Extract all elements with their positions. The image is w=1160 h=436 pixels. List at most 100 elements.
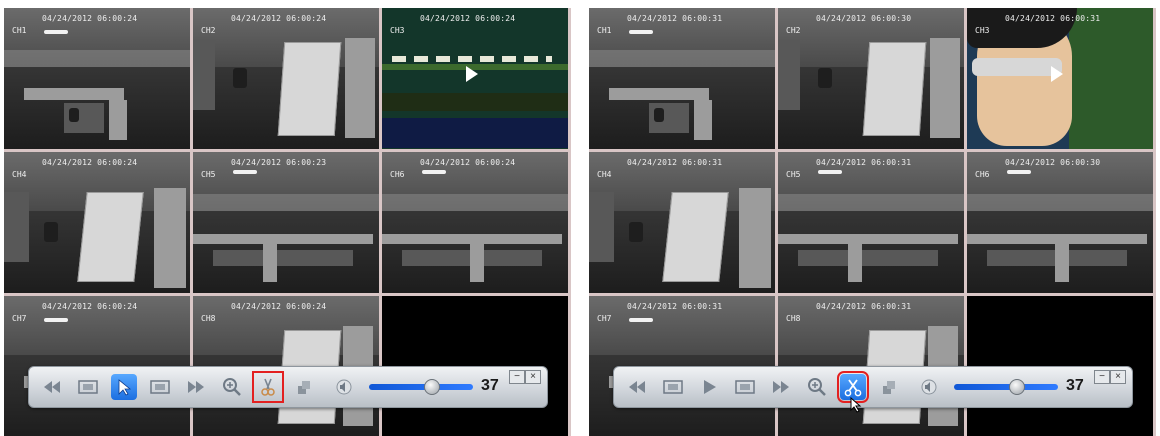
camera-timestamp: 04/24/2012 06:00:30: [816, 14, 912, 23]
fast-forward-button[interactable]: [183, 374, 209, 400]
camera-tile-ch3[interactable]: 04/24/2012 06:00:24 CH3: [382, 8, 568, 149]
step-forward-button[interactable]: [732, 374, 758, 400]
camera-channel-label: CH8: [201, 314, 216, 323]
layout-button[interactable]: [291, 374, 317, 400]
zoom-in-icon: [808, 378, 826, 396]
camera-feed-cartoon: [967, 8, 1153, 149]
camera-timestamp: 04/24/2012 06:00:24: [420, 158, 516, 167]
minimize-button[interactable]: −: [1094, 370, 1110, 384]
camera-timestamp: 04/24/2012 06:00:31: [816, 302, 912, 311]
dvr-screen-right: 04/24/2012 06:00:31 CH1 04/24/2012 06:00…: [589, 8, 1156, 436]
dvr-screen-left: 04/24/2012 06:00:24 CH1 04/24/2012 06:00…: [4, 8, 571, 436]
step-forward-button[interactable]: [147, 374, 173, 400]
camera-tile-ch3[interactable]: 04/24/2012 06:00:31 CH3: [967, 8, 1153, 149]
camera-channel-label: CH7: [597, 314, 612, 323]
camera-channel-label: CH8: [786, 314, 801, 323]
camera-channel-label: CH5: [201, 170, 216, 179]
camera-channel-label: CH1: [597, 26, 612, 35]
camera-feed-office: [4, 8, 190, 149]
play-marker-icon: [466, 66, 478, 82]
camera-timestamp: 04/24/2012 06:00:24: [42, 14, 138, 23]
camera-channel-label: CH6: [975, 170, 990, 179]
volume-slider[interactable]: [954, 384, 1058, 390]
camera-timestamp: 04/24/2012 06:00:24: [231, 302, 327, 311]
camera-timestamp: 04/24/2012 06:00:31: [627, 14, 723, 23]
speaker-icon: [921, 379, 937, 395]
stack-icon: [883, 381, 895, 394]
step-back-button[interactable]: [660, 374, 686, 400]
playback-toolbar: 37 − ×: [613, 366, 1133, 413]
playback-toolbar: 37 − ×: [28, 366, 548, 408]
volume-value: 37: [481, 377, 499, 394]
camera-feed-office: [193, 152, 379, 293]
camera-feed-office: [967, 152, 1153, 293]
close-button[interactable]: ×: [1110, 370, 1126, 384]
rewind-button[interactable]: [624, 374, 650, 400]
camera-feed-office: [778, 152, 964, 293]
camera-tile-ch5[interactable]: 04/24/2012 06:00:31 CH5: [778, 152, 964, 293]
film-step-back-icon: [663, 380, 683, 394]
camera-tile-ch2[interactable]: 04/24/2012 06:00:24 CH2: [193, 8, 379, 149]
pointer-icon: [118, 379, 132, 396]
step-back-button[interactable]: [75, 374, 101, 400]
camera-tile-ch6[interactable]: 04/24/2012 06:00:24 CH6: [382, 152, 568, 293]
camera-feed-office: [4, 152, 190, 293]
scissors-icon: [261, 378, 275, 396]
volume-slider[interactable]: [369, 384, 473, 390]
fast-forward-button[interactable]: [768, 374, 794, 400]
play-button[interactable]: [696, 374, 722, 400]
camera-tile-ch1[interactable]: 04/24/2012 06:00:24 CH1: [4, 8, 190, 149]
camera-tile-ch2[interactable]: 04/24/2012 06:00:30 CH2: [778, 8, 964, 149]
camera-channel-label: CH3: [390, 26, 405, 35]
close-button[interactable]: ×: [525, 370, 541, 384]
camera-channel-label: CH6: [390, 170, 405, 179]
camera-feed-office: [778, 8, 964, 149]
camera-timestamp: 04/24/2012 06:00:31: [627, 302, 723, 311]
camera-channel-label: CH2: [201, 26, 216, 35]
camera-timestamp: 04/24/2012 06:00:23: [231, 158, 327, 167]
camera-timestamp: 04/24/2012 06:00:31: [627, 158, 723, 167]
camera-feed-office: [382, 152, 568, 293]
camera-channel-label: CH3: [975, 26, 990, 35]
zoom-button[interactable]: [219, 374, 245, 400]
film-step-forward-icon: [735, 380, 755, 394]
zoom-in-icon: [223, 378, 241, 396]
camera-tile-ch6[interactable]: 04/24/2012 06:00:30 CH6: [967, 152, 1153, 293]
camera-timestamp: 04/24/2012 06:00:30: [1005, 158, 1101, 167]
zoom-button[interactable]: [804, 374, 830, 400]
select-button[interactable]: [111, 374, 137, 400]
camera-timestamp: 04/24/2012 06:00:24: [42, 158, 138, 167]
camera-channel-label: CH4: [12, 170, 27, 179]
camera-timestamp: 04/24/2012 06:00:24: [231, 14, 327, 23]
speaker-icon: [336, 379, 352, 395]
volume-value: 37: [1066, 377, 1084, 394]
camera-timestamp: 04/24/2012 06:00:31: [1005, 14, 1101, 23]
play-marker-icon: [1051, 66, 1063, 82]
mute-button[interactable]: [333, 374, 355, 400]
mouse-cursor-icon: [850, 397, 862, 413]
camera-channel-label: CH2: [786, 26, 801, 35]
camera-tile-ch4[interactable]: 04/24/2012 06:00:31 CH4: [589, 152, 775, 293]
camera-timestamp: 04/24/2012 06:00:31: [816, 158, 912, 167]
scissors-icon: [844, 379, 862, 397]
mute-button[interactable]: [918, 374, 940, 400]
camera-tile-ch4[interactable]: 04/24/2012 06:00:24 CH4: [4, 152, 190, 293]
volume-slider-knob[interactable]: [1009, 379, 1026, 395]
camera-channel-label: CH5: [786, 170, 801, 179]
layout-button[interactable]: [876, 374, 902, 400]
volume-slider-knob[interactable]: [424, 379, 441, 395]
film-step-back-icon: [78, 380, 98, 394]
camera-feed-cartoon: [382, 8, 568, 149]
camera-channel-label: CH1: [12, 26, 27, 35]
camera-tile-ch1[interactable]: 04/24/2012 06:00:31 CH1: [589, 8, 775, 149]
camera-timestamp: 04/24/2012 06:00:24: [420, 14, 516, 23]
rewind-button[interactable]: [39, 374, 65, 400]
camera-feed-office: [589, 152, 775, 293]
rewind-icon: [629, 381, 645, 393]
cut-button[interactable]: [252, 371, 284, 403]
rewind-icon: [44, 381, 60, 393]
camera-timestamp: 04/24/2012 06:00:24: [42, 302, 138, 311]
camera-channel-label: CH7: [12, 314, 27, 323]
camera-tile-ch5[interactable]: 04/24/2012 06:00:23 CH5: [193, 152, 379, 293]
minimize-button[interactable]: −: [509, 370, 525, 384]
